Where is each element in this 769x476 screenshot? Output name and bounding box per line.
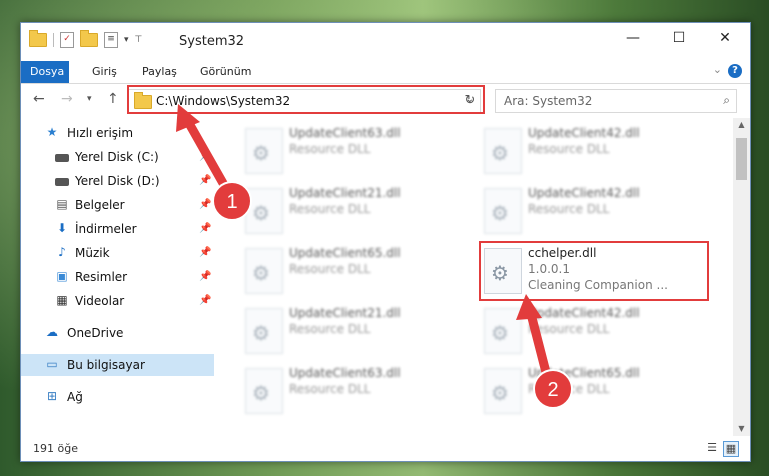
annotation-marker-2: 2: [547, 379, 558, 401]
annotation-marker-1: 1: [226, 191, 237, 213]
annotation-arrow-2: 2: [516, 294, 573, 409]
annotation-arrow-1: 1: [176, 104, 252, 221]
annotation-overlay: 1 2: [176, 104, 573, 409]
